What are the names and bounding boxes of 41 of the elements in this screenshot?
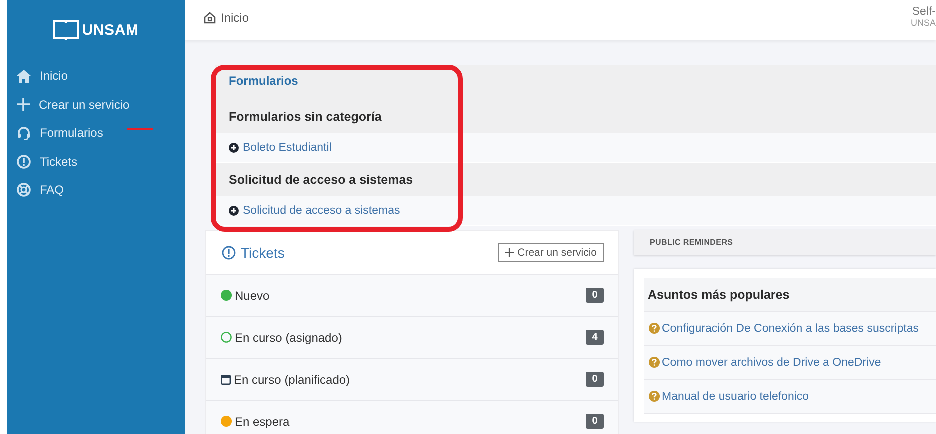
count-badge: 0 [586, 288, 604, 303]
question-icon [649, 323, 660, 334]
category-heading: Formularios sin categoría [229, 110, 382, 124]
home-icon [204, 12, 216, 24]
card-title: Tickets [222, 244, 285, 260]
ticket-status-link[interactable]: Nuevo [221, 288, 270, 302]
faq-link[interactable]: Manual de usuario telefonico [649, 390, 810, 402]
user-name: Self- [912, 6, 936, 18]
alert-icon [222, 246, 236, 260]
form-link[interactable]: Solicitud de acceso a sistemas [229, 204, 400, 216]
breadcrumb-link[interactable]: Inicio [204, 11, 250, 25]
user-org: UNSA [910, 18, 936, 28]
sidebar-item[interactable]: Tickets [7, 148, 157, 176]
count-badge: 4 [586, 330, 604, 345]
ticket-status-link[interactable]: En curso (planificado) [221, 372, 350, 386]
ticket-status-link[interactable]: En curso (asignado) [221, 330, 342, 344]
plus-circle-icon [229, 142, 239, 152]
question-icon [649, 357, 660, 368]
section-label: PUBLIC REMINDERS [650, 238, 734, 247]
book-logo-icon [53, 20, 80, 40]
home-icon [17, 70, 31, 83]
sidebar-item[interactable]: Formularios [7, 119, 157, 148]
alert-icon [17, 154, 31, 169]
logo-text: UNSAM [82, 22, 139, 38]
sidebar-item[interactable]: FAQ [7, 176, 157, 204]
lifebuoy-icon [17, 183, 31, 198]
plus-icon [504, 248, 514, 257]
plus-circle-icon [229, 206, 239, 216]
ticket-status-link[interactable]: En espera [221, 414, 290, 428]
form-link[interactable]: Boleto Estudiantil [229, 142, 332, 154]
card-title: Asuntos más populares [648, 288, 790, 302]
create-service-button[interactable]: Crear un servicio [498, 243, 604, 262]
count-badge: 0 [586, 414, 604, 429]
category-heading: Solicitud de acceso a sistemas [229, 172, 414, 186]
question-icon [649, 391, 660, 402]
count-badge: 0 [586, 372, 604, 387]
sidebar-item[interactable]: Crear un servicio [7, 90, 157, 119]
plus-icon [17, 98, 30, 112]
sidebar-item[interactable]: Inicio [7, 62, 157, 90]
headset-icon [17, 126, 31, 140]
panel-title: Formularios [228, 73, 300, 90]
